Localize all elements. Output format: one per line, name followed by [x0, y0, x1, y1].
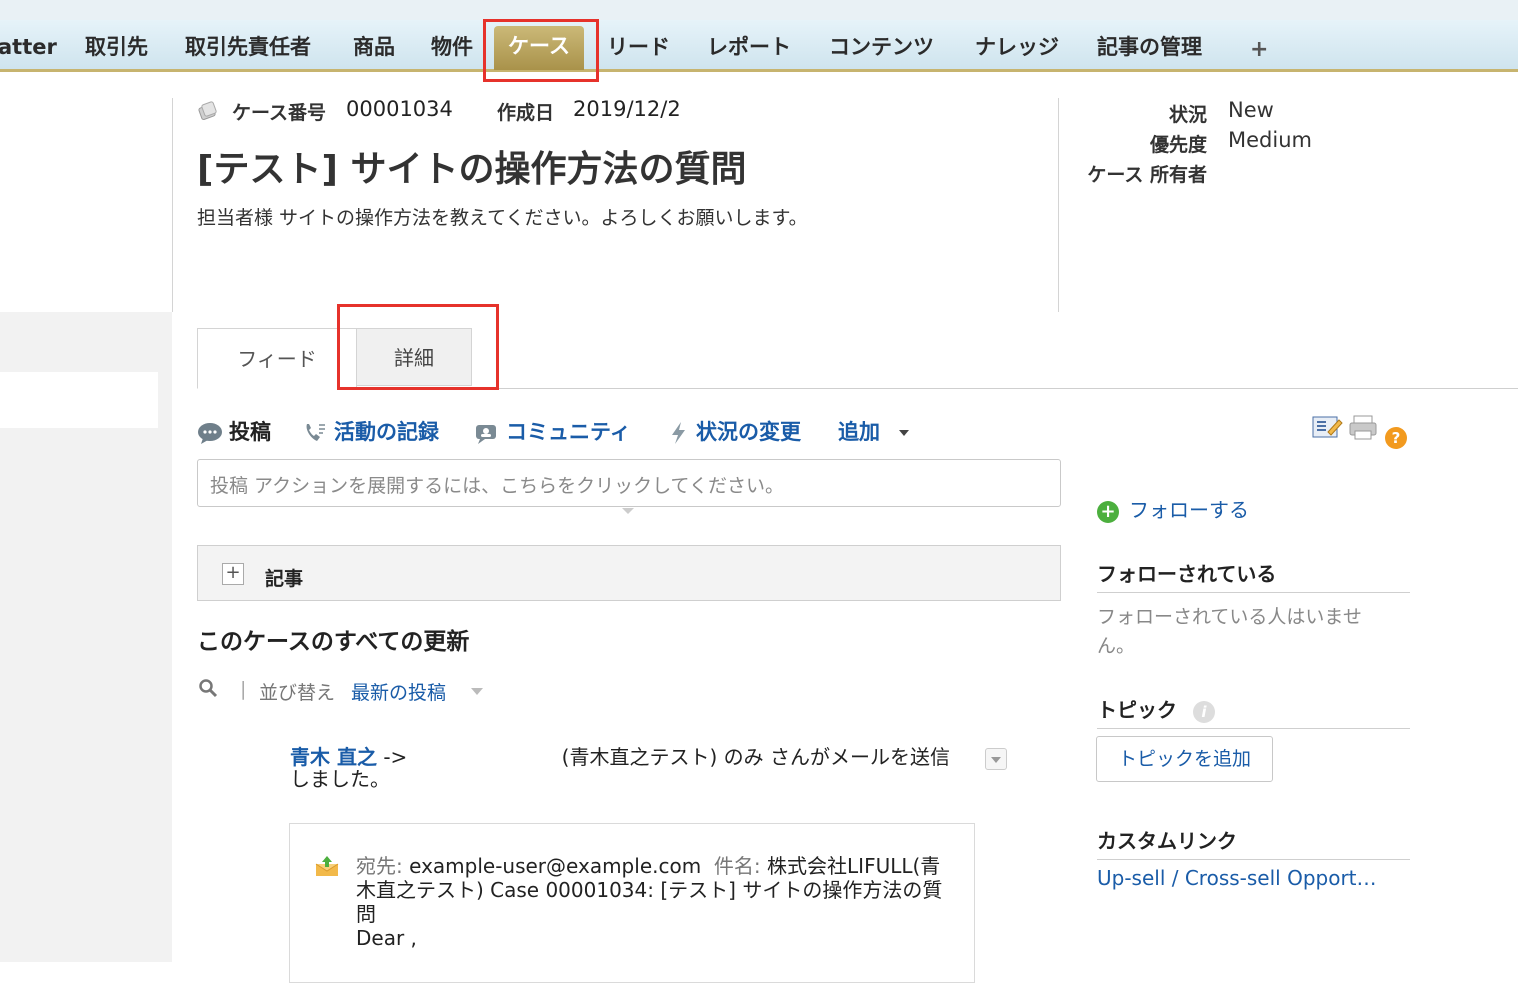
- feed-item-menu-button[interactable]: [985, 748, 1007, 770]
- toolbar-icons: ?: [1312, 415, 1407, 449]
- feed-item-header: 青木 直之 -> (青木直之テスト) のみ さんがメールを送信: [290, 746, 950, 768]
- feed-recipient-text: (青木直之テスト) のみ さんがメールを送信: [561, 745, 950, 769]
- followers-empty-text: フォローされている人はいません。: [1097, 606, 1362, 657]
- created-date-label: 作成日: [497, 102, 555, 124]
- follow-button[interactable]: + フォローする: [1097, 494, 1249, 523]
- topics-heading: トピック i: [1097, 694, 1410, 729]
- feed-author-link[interactable]: 青木 直之: [290, 745, 377, 769]
- phone-icon: [306, 424, 325, 441]
- tab-detail[interactable]: 詳細: [356, 328, 472, 386]
- feed-arrow: ->: [376, 745, 414, 769]
- nav-tab-products[interactable]: 商品: [353, 28, 395, 66]
- nav-tab-accounts[interactable]: 取引先: [85, 28, 148, 66]
- sort-label: 並び替え: [259, 682, 336, 704]
- publisher-more-label: 追加: [838, 420, 880, 444]
- case-number-value: 00001034: [346, 97, 453, 121]
- sort-separator: |: [240, 678, 247, 700]
- left-sidebar-item[interactable]: [0, 372, 158, 428]
- email-summary: 宛先: example-user@example.com 件名: 株式会社LIF…: [356, 854, 960, 950]
- top-strip: [0, 0, 1518, 20]
- priority-value: Medium: [1228, 128, 1312, 152]
- nav-tab-chatter[interactable]: atter: [0, 28, 57, 66]
- speech-bubble-icon: [198, 423, 222, 444]
- publisher-change-status[interactable]: 状況の変更: [668, 416, 801, 446]
- edit-layout-icon[interactable]: [1312, 416, 1343, 438]
- add-topic-button[interactable]: トピックを追加: [1096, 736, 1273, 782]
- search-icon[interactable]: [198, 678, 218, 698]
- info-icon[interactable]: i: [1193, 700, 1215, 723]
- case-number-label: ケース番号: [232, 102, 327, 124]
- publisher-community-label: コミュニティ: [506, 420, 631, 444]
- publisher-more-dropdown[interactable]: 追加: [838, 416, 910, 446]
- tab-feed[interactable]: フィード: [197, 328, 357, 389]
- email-subject-label: 件名:: [713, 854, 761, 878]
- case-description: 担当者様 サイトの操作方法を教えてください。よろしくお願いします。: [197, 207, 808, 229]
- case-record-icon: [198, 101, 217, 120]
- updates-heading: このケースのすべての更新: [197, 629, 470, 655]
- chevron-down-icon: [899, 430, 910, 436]
- app-nav-bar: atter 取引先 取引先責任者 商品 物件 ケース リード レポート コンテン…: [0, 20, 1518, 72]
- followers-heading: フォローされている: [1097, 558, 1410, 593]
- nav-tab-properties[interactable]: 物件: [431, 28, 473, 66]
- publisher-community[interactable]: コミュニティ: [474, 416, 631, 446]
- publisher-log-activity-label: 活動の記録: [334, 420, 439, 444]
- publisher-post-label: 投稿: [229, 420, 271, 444]
- sort-dropdown[interactable]: 最新の投稿: [351, 678, 446, 705]
- page-title: [テスト] サイトの操作方法の質問: [197, 149, 747, 190]
- nav-tab-content[interactable]: コンテンツ: [829, 28, 934, 66]
- tab-strip-line: [197, 388, 1518, 389]
- nav-tab-knowledge[interactable]: ナレッジ: [975, 28, 1059, 66]
- header-divider-left: [172, 98, 173, 312]
- created-date-value: 2019/12/2: [573, 97, 681, 121]
- lightning-icon: [672, 422, 685, 444]
- publisher-change-status-label: 状況の変更: [696, 420, 801, 444]
- articles-label: 記事: [265, 568, 304, 590]
- publisher-post[interactable]: 投稿: [197, 416, 271, 446]
- svg-text:?: ?: [1392, 429, 1401, 447]
- community-icon: [476, 425, 496, 444]
- email-to-label: 宛先:: [356, 854, 403, 878]
- print-icon[interactable]: [1349, 415, 1377, 440]
- case-owner-label: ケース 所有者: [1087, 164, 1207, 186]
- topics-heading-label: トピック: [1097, 698, 1177, 722]
- nav-tab-cases[interactable]: ケース: [494, 26, 584, 70]
- input-caret-icon: [622, 508, 634, 514]
- expand-plus-icon[interactable]: +: [222, 563, 244, 585]
- nav-tab-article-management[interactable]: 記事の管理: [1097, 28, 1202, 66]
- custom-links-heading: カスタムリンク: [1097, 825, 1410, 860]
- header-divider-right: [1058, 98, 1059, 312]
- publisher-log-activity[interactable]: 活動の記録: [302, 416, 439, 446]
- nav-tab-reports[interactable]: レポート: [707, 28, 791, 66]
- nav-tab-leads[interactable]: リード: [607, 28, 670, 66]
- email-body: Dear ,: [356, 926, 417, 950]
- help-icon[interactable]: ?: [1385, 427, 1407, 449]
- priority-label: 優先度: [1149, 134, 1207, 156]
- email-to-value: example-user@example.com: [409, 854, 702, 878]
- nav-tab-contacts[interactable]: 取引先責任者: [185, 28, 311, 66]
- add-plus-icon: +: [1097, 500, 1119, 523]
- feed-item-header-cont: しました。: [290, 767, 390, 791]
- add-tab-plus-icon[interactable]: +: [1250, 37, 1268, 62]
- chevron-down-icon[interactable]: [471, 688, 483, 695]
- status-label: 状況: [1168, 104, 1207, 126]
- articles-section[interactable]: + 記事: [197, 545, 1061, 601]
- post-input[interactable]: 投稿 アクションを展開するには、こちらをクリックしてください。: [197, 459, 1061, 507]
- outbound-email-icon: [315, 856, 339, 876]
- redacted-recipient: [413, 746, 562, 764]
- custom-link-upsell[interactable]: Up-sell / Cross-sell Opportunity: [1097, 866, 1387, 890]
- status-value: New: [1228, 98, 1274, 122]
- follow-label: フォローする: [1129, 498, 1249, 522]
- email-card: 宛先: example-user@example.com 件名: 株式会社LIF…: [289, 823, 975, 983]
